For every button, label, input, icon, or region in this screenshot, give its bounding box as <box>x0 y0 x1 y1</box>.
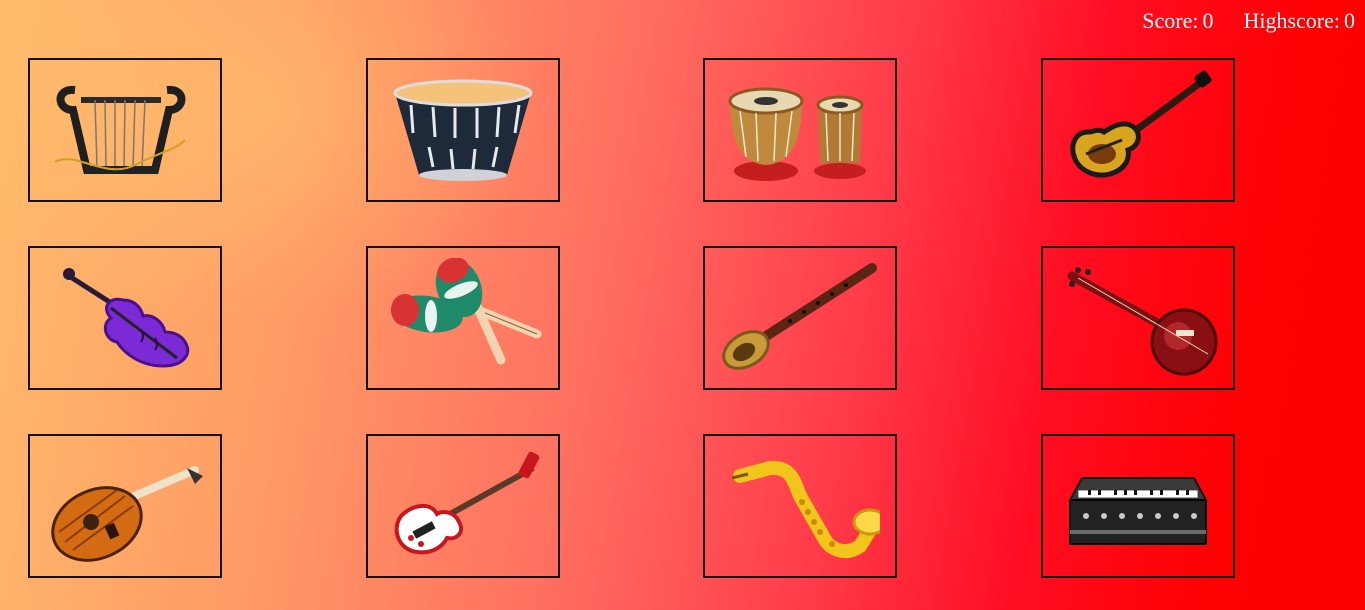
maracas-icon <box>391 258 542 365</box>
score-bar: Score: 0 Highscore: 0 <box>1138 8 1355 34</box>
card-harmonium[interactable] <box>1041 434 1235 578</box>
card-violin[interactable] <box>28 246 222 390</box>
tabla-icon <box>728 87 866 181</box>
card-maracas[interactable] <box>366 246 560 390</box>
saxophone-icon <box>731 460 880 559</box>
violin-icon <box>63 268 190 368</box>
lyre-icon <box>54 85 186 174</box>
card-shehnai[interactable] <box>703 246 897 390</box>
harmonium-icon <box>1068 477 1208 545</box>
shehnai-icon <box>722 263 877 370</box>
card-drum[interactable] <box>366 58 560 202</box>
card-lyre[interactable] <box>28 58 222 202</box>
card-oud[interactable] <box>28 434 222 578</box>
score-label: Score: <box>1142 8 1199 33</box>
highscore-value: 0 <box>1344 8 1355 33</box>
guitar-icon <box>1070 70 1212 178</box>
card-sitar[interactable] <box>1041 246 1235 390</box>
highscore-label: Highscore: <box>1243 8 1340 33</box>
card-saxophone[interactable] <box>703 434 897 578</box>
drum-icon <box>393 79 533 181</box>
score-value: 0 <box>1202 8 1214 33</box>
bass-guitar-icon <box>394 451 540 555</box>
oud-icon <box>51 466 203 562</box>
sitar-icon <box>1067 267 1218 376</box>
card-guitar[interactable] <box>1041 58 1235 202</box>
card-bass-guitar[interactable] <box>366 434 560 578</box>
card-tabla[interactable] <box>703 58 897 202</box>
